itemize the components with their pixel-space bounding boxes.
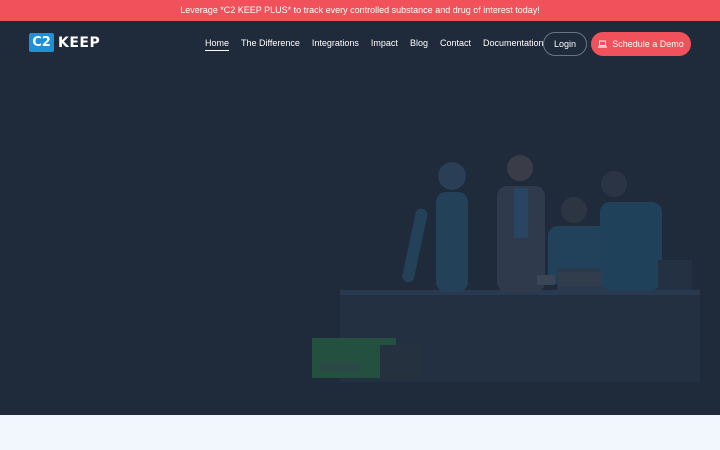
logo[interactable]: C2 KEEP — [29, 33, 100, 52]
nav-link-documentation[interactable]: Documentation — [483, 36, 544, 51]
laptop-icon — [598, 40, 608, 48]
hero-illustration — [312, 155, 700, 382]
announcement-bar[interactable]: Leverage *C2 KEEP PLUS* to track every c… — [0, 0, 720, 21]
nav-links: Home The Difference Integrations Impact … — [205, 36, 556, 51]
content-band — [0, 415, 720, 450]
top-navbar: C2 KEEP Home The Difference Integrations… — [0, 21, 720, 67]
nav-link-integrations[interactable]: Integrations — [312, 36, 359, 51]
logo-word: KEEP — [58, 34, 101, 51]
login-button[interactable]: Login — [543, 32, 587, 56]
logo-mark: C2 — [29, 33, 54, 52]
nav-link-the-difference[interactable]: The Difference — [241, 36, 300, 51]
nav-link-blog[interactable]: Blog — [410, 36, 428, 51]
nav-link-home[interactable]: Home — [205, 36, 230, 51]
nav-link-contact[interactable]: Contact — [440, 36, 471, 51]
schedule-demo-label: Schedule a Demo — [612, 39, 684, 49]
schedule-demo-button[interactable]: Schedule a Demo — [591, 32, 691, 56]
nav-link-impact[interactable]: Impact — [371, 36, 398, 51]
